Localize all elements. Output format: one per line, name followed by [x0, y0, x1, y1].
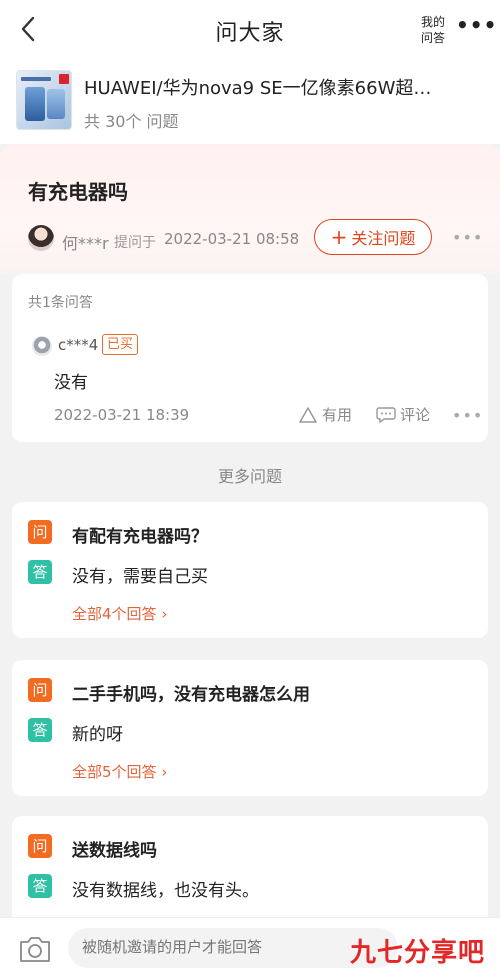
- camera-icon: [20, 937, 50, 962]
- product-summary[interactable]: HUAWEI/华为nova9 SE一亿像素66W超… 共 30个 问题: [0, 62, 500, 144]
- all-answers-link[interactable]: 全部5个回答 ›: [72, 761, 167, 782]
- answer-more-button[interactable]: •••: [452, 406, 483, 425]
- useful-button[interactable]: 有用: [298, 404, 352, 425]
- related-answer: 没有，需要自己买: [72, 567, 208, 587]
- top-nav-bar: 问大家 我的 问答 •••: [0, 0, 500, 62]
- asker-avatar: [28, 225, 54, 251]
- plus-icon: +: [330, 225, 348, 249]
- useful-label: 有用: [322, 406, 353, 424]
- question-count: 共 30个 问题: [84, 112, 179, 131]
- related-question: 有配有充电器吗？: [72, 527, 208, 547]
- answer-tag: 答: [28, 874, 52, 898]
- triangle-up-icon: [299, 406, 317, 423]
- question-card: 有充电器吗 何***r 提问于 2022-03-21 08:58 + 关注问题 …: [0, 144, 500, 274]
- asked-time: 2022-03-21 08:58: [164, 230, 300, 248]
- related-answer: 新的呀: [72, 725, 123, 745]
- comment-label: 评论: [400, 406, 431, 424]
- answer-text: 没有: [54, 373, 88, 393]
- answer-time: 2022-03-21 18:39: [54, 406, 190, 424]
- my-answers-label-line2: 问答: [420, 31, 445, 45]
- answer-tag: 答: [28, 560, 52, 584]
- related-question-card[interactable]: 问 二手手机吗，没有充电器怎么用 答 新的呀 全部5个回答 ›: [12, 660, 488, 796]
- answers-card: 共1条问答 c***4 已买 没有 2022-03-21 18:39 有用 评论…: [12, 274, 488, 442]
- camera-button[interactable]: [18, 934, 52, 964]
- related-answer: 没有数据线，也没有头。: [72, 881, 259, 901]
- answerer-name: c***4: [58, 336, 99, 354]
- follow-question-button[interactable]: + 关注问题: [314, 219, 432, 255]
- asker-name: 何***r: [62, 234, 109, 253]
- chevron-left-icon: [21, 16, 35, 42]
- answer-tag: 答: [28, 718, 52, 742]
- question-tag: 问: [28, 678, 52, 702]
- asked-label: 提问于: [114, 235, 156, 251]
- more-questions-heading: 更多问题: [217, 467, 282, 486]
- my-answers-button[interactable]: 我的 问答: [412, 14, 454, 46]
- product-thumbnail: [16, 70, 72, 130]
- comment-button[interactable]: 评论: [376, 404, 430, 425]
- related-question-card[interactable]: 问 有配有充电器吗？ 答 没有，需要自己买 全部4个回答 ›: [12, 502, 488, 638]
- more-options-button[interactable]: •••: [456, 15, 496, 40]
- question-tag: 问: [28, 834, 52, 858]
- question-more-button[interactable]: •••: [452, 228, 483, 247]
- answer-count: 共1条问答: [28, 295, 93, 311]
- all-answers-link[interactable]: 全部4个回答 ›: [72, 603, 167, 624]
- bottom-reply-bar: 九七分享吧: [0, 917, 500, 979]
- answerer-avatar: [32, 336, 52, 356]
- question-tag: 问: [28, 520, 52, 544]
- back-button[interactable]: [14, 14, 44, 44]
- related-question: 送数据线吗: [72, 841, 157, 861]
- watermark-logo: 九七分享吧: [350, 938, 486, 968]
- reply-input[interactable]: [68, 928, 398, 968]
- follow-question-label: 关注问题: [351, 229, 416, 248]
- comment-icon: [376, 406, 396, 423]
- page-title: 问大家: [215, 21, 285, 46]
- question-title: 有充电器吗: [28, 180, 128, 204]
- related-question: 二手手机吗，没有充电器怎么用: [72, 685, 310, 705]
- my-answers-label-line1: 我的: [420, 15, 445, 29]
- bought-badge: 已买: [102, 334, 139, 355]
- product-name: HUAWEI/华为nova9 SE一亿像素66W超…: [84, 78, 432, 99]
